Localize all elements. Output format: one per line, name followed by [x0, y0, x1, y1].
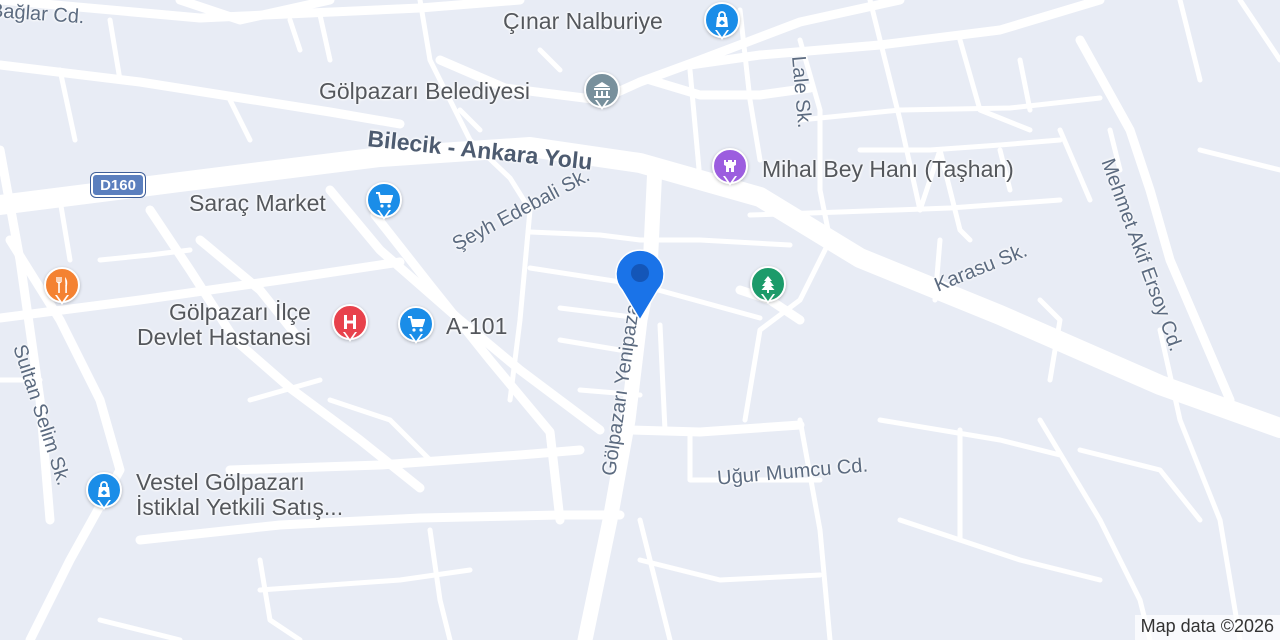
poi-label-vestel-line2: İstiklal Yetkili Satış... [136, 494, 344, 521]
government-building-icon [592, 81, 612, 99]
poi-a101[interactable] [396, 304, 436, 344]
poi-label-vestel-line1: Vestel Gölpazarı [136, 469, 305, 495]
poi-label-devlet-hastanesi[interactable]: Gölpazarı İlçe Devlet Hastanesi [137, 299, 311, 351]
poi-label-golpazari-belediyesi[interactable]: Gölpazarı Belediyesi [319, 78, 530, 104]
poi-golpazari-belediyesi[interactable] [582, 70, 622, 110]
shopping-bag-icon [713, 11, 731, 29]
highway-shield-d160: D160 [91, 173, 145, 197]
map-view[interactable]: D160 Bağlar Cd. Bilecik - Ankara Yolu Şe… [0, 0, 1280, 640]
poi-label-a101[interactable]: A-101 [446, 313, 507, 339]
hospital-icon [341, 313, 359, 331]
poi-label-vestel[interactable]: Vestel Gölpazarı İstiklal Yetkili Satış.… [136, 469, 344, 521]
map-attribution[interactable]: Map data ©2026 [1134, 615, 1280, 640]
location-marker-icon [615, 249, 665, 322]
poi-label-hastane-line1: Gölpazarı İlçe [168, 299, 311, 325]
tree-icon [759, 275, 777, 293]
shopping-cart-icon [375, 191, 393, 209]
poi-label-hastane-line2: Devlet Hastanesi [137, 324, 311, 351]
highway-shield-label: D160 [100, 176, 136, 194]
current-location-marker[interactable] [612, 246, 668, 326]
restaurant-icon [53, 276, 71, 294]
poi-label-mihal-bey-hani[interactable]: Mihal Bey Hanı (Taşhan) [762, 156, 1014, 182]
poi-devlet-hastanesi[interactable] [330, 302, 370, 342]
poi-restaurant[interactable] [42, 265, 82, 305]
shopping-cart-icon [407, 315, 425, 333]
poi-cinar-nalburiye[interactable] [702, 0, 742, 40]
poi-label-sarac-market[interactable]: Saraç Market [189, 190, 326, 216]
poi-mihal-bey-hani[interactable] [710, 146, 750, 186]
poi-vestel[interactable] [84, 470, 124, 510]
poi-park[interactable] [748, 264, 788, 304]
poi-label-cinar-nalburiye[interactable]: Çınar Nalburiye [503, 8, 663, 34]
shopping-bag-icon [95, 481, 113, 499]
poi-sarac-market[interactable] [364, 180, 404, 220]
road-label-baglar: Bağlar Cd. [0, 0, 86, 29]
castle-icon [721, 157, 739, 175]
